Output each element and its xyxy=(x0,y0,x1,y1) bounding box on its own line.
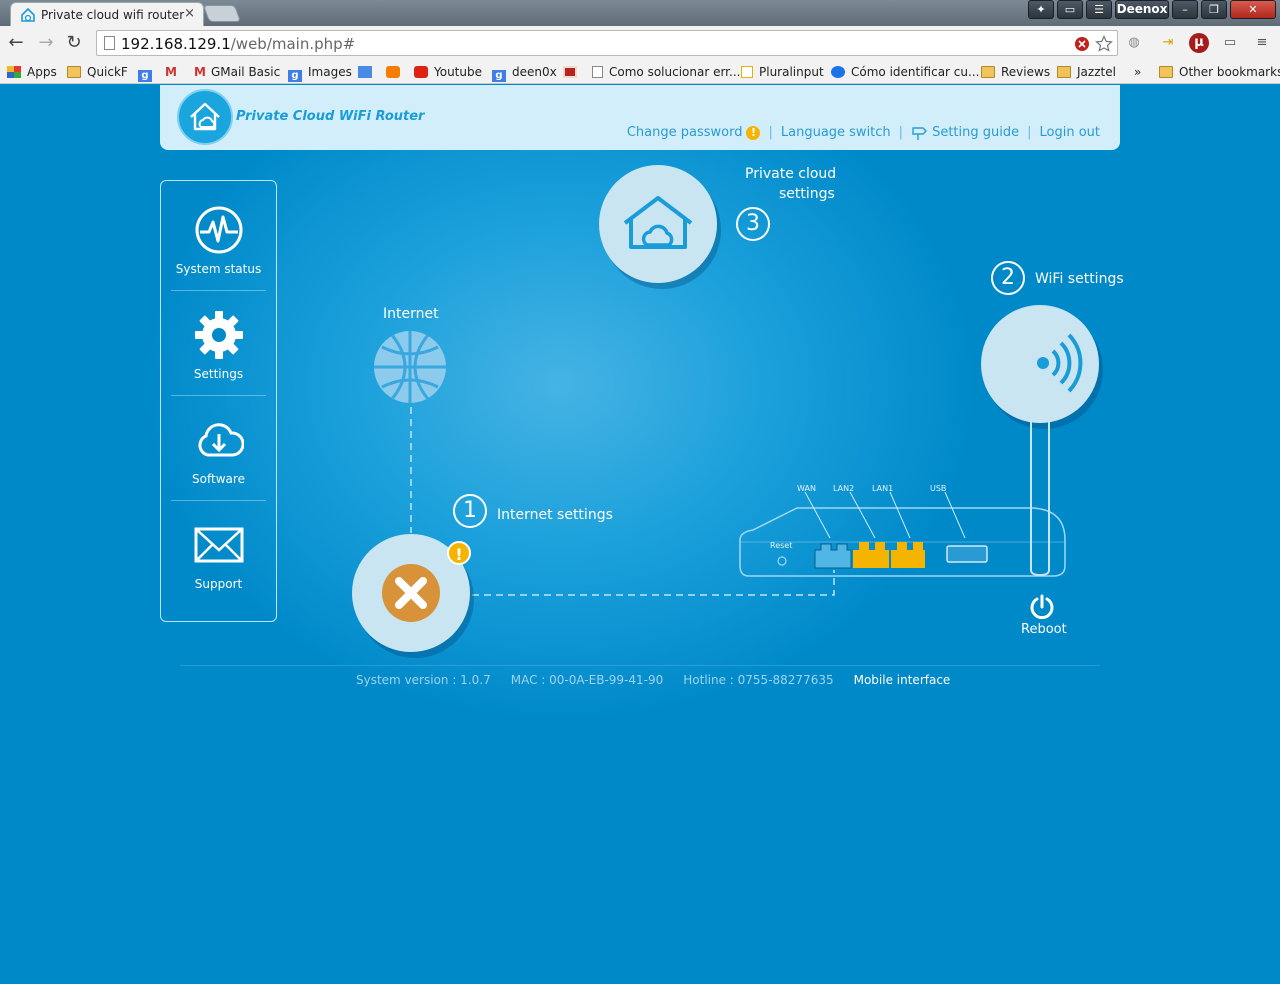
tab-close-icon[interactable]: × xyxy=(184,6,195,21)
page-icon xyxy=(104,36,115,50)
translate-icon xyxy=(358,66,372,78)
mac-address: MAC : 00-0A-EB-99-41-90 xyxy=(510,673,664,687)
apps-grid-icon xyxy=(7,66,21,78)
cloud-house-icon xyxy=(623,196,693,249)
reload-icon[interactable]: ↻ xyxy=(62,31,86,55)
router-page: Private Cloud WiFi Router Change passwor… xyxy=(0,85,1280,984)
port-label-wan: WAN xyxy=(797,484,816,493)
port-label-reset: Reset xyxy=(770,541,793,550)
menu-icon[interactable]: ≡ xyxy=(1252,33,1272,53)
page-icon xyxy=(592,66,603,78)
minimize-button[interactable]: – xyxy=(1172,0,1198,19)
google-icon: g xyxy=(288,70,302,82)
wifi-signal-icon xyxy=(1037,333,1083,393)
blogger-icon xyxy=(386,66,400,78)
forward-arrow-icon[interactable]: → xyxy=(34,31,58,55)
tab-title: Private cloud wifi router xyxy=(41,8,185,22)
system-version: System version : 1.0.7 xyxy=(356,673,491,687)
red-square-icon xyxy=(563,66,577,78)
private-cloud-settings-button[interactable] xyxy=(599,165,717,283)
back-arrow-icon[interactable]: ← xyxy=(4,31,28,55)
bookmark-deen0x[interactable]: g deen0x xyxy=(492,63,557,82)
bookmark-como-solucionar[interactable]: Como solucionar err... xyxy=(592,63,740,81)
warning-icon: ! xyxy=(447,541,471,565)
pin-icon[interactable]: ✦ xyxy=(1028,0,1054,19)
bookmark-red[interactable] xyxy=(563,63,583,81)
folder-icon xyxy=(67,66,81,78)
step-number-2: 2 xyxy=(991,261,1025,295)
youtube-icon xyxy=(414,66,428,78)
window-tile-icon[interactable]: ▭ xyxy=(1057,0,1083,19)
browser-tab-active[interactable]: Private cloud wifi router × xyxy=(10,2,204,26)
antenna-illustration xyxy=(1030,411,1050,541)
bookmark-como-identificar[interactable]: Cómo identificar cu... xyxy=(831,63,979,81)
bookmark-star-icon[interactable] xyxy=(1095,35,1113,53)
bookmark-blogger[interactable] xyxy=(386,63,406,81)
gmail-icon: M xyxy=(165,65,177,79)
power-icon[interactable] xyxy=(1029,594,1055,620)
private-cloud-label-line1: Private cloud xyxy=(745,166,837,182)
ublock-extension-icon[interactable]: μ xyxy=(1189,33,1209,53)
signin-extension-icon[interactable]: ⇥ xyxy=(1158,33,1178,53)
internet-settings-label: Internet settings xyxy=(497,507,613,523)
bookmark-pluralinput[interactable]: Pluralinput xyxy=(741,63,824,81)
router-favicon-icon xyxy=(21,7,35,22)
globe-icon[interactable] xyxy=(372,329,448,405)
bookmark-jazztel[interactable]: Jazztel xyxy=(1057,63,1116,81)
address-url[interactable]: 192.168.129.1/web/main.php# xyxy=(121,35,355,53)
router-device-illustration xyxy=(739,491,1066,577)
hotline: Hotline : 0755-88277635 xyxy=(683,673,834,687)
internet-label: Internet xyxy=(383,306,439,322)
globe-extension-icon[interactable]: ◍ xyxy=(1124,33,1144,53)
profile-button[interactable]: Deenox xyxy=(1115,0,1169,19)
folder-icon xyxy=(1159,66,1173,78)
cast-icon[interactable]: ▭ xyxy=(1220,33,1240,53)
mobile-interface-link[interactable]: Mobile interface xyxy=(854,673,951,687)
wifi-settings-button[interactable] xyxy=(981,305,1099,423)
reboot-button[interactable]: Reboot xyxy=(1021,622,1067,637)
port-label-lan2: LAN2 xyxy=(833,484,855,493)
bookmark-youtube[interactable]: Youtube xyxy=(414,63,482,81)
bookmark-images[interactable]: g Images xyxy=(288,63,352,82)
bookmark-reviews[interactable]: Reviews xyxy=(981,63,1050,81)
bookmark-other[interactable]: Other bookmarks xyxy=(1159,63,1280,81)
window-controls: ✦ ▭ ☰ Deenox – ❐ ✕ xyxy=(1028,0,1276,20)
google-icon: g xyxy=(138,70,152,82)
step-number-1: 1 xyxy=(453,494,487,528)
footer-divider xyxy=(180,665,1100,666)
browser-toolbar: ← → ↻ 192.168.129.1/web/main.php# ◍ ⇥ μ … xyxy=(0,26,1280,60)
port-label-lan1: LAN1 xyxy=(872,484,894,493)
page-footer: System version : 1.0.7 MAC : 00-0A-EB-99… xyxy=(356,673,950,687)
bookmarks-overflow[interactable]: » xyxy=(1134,63,1141,81)
private-cloud-label-line2: settings xyxy=(779,186,835,202)
bookmark-quickf[interactable]: QuickF xyxy=(67,63,128,81)
blocked-icon[interactable] xyxy=(1073,35,1091,53)
folder-icon xyxy=(981,66,995,78)
bookmark-google[interactable]: g xyxy=(138,63,158,82)
bookmark-translate[interactable] xyxy=(358,63,378,81)
bookmark-gmail[interactable]: M xyxy=(165,63,177,81)
play-icon xyxy=(741,66,753,78)
accessibility-icon xyxy=(831,66,845,78)
gmail-icon: M xyxy=(194,65,206,79)
wifi-settings-label: WiFi settings xyxy=(1035,271,1124,287)
window-list-icon[interactable]: ☰ xyxy=(1086,0,1112,19)
new-tab-button[interactable] xyxy=(202,5,242,22)
step-number-3: 3 xyxy=(736,207,770,241)
folder-icon xyxy=(1057,66,1071,78)
port-label-usb: USB xyxy=(930,484,947,493)
browser-tabstrip: Private cloud wifi router × ✦ ▭ ☰ Deenox… xyxy=(0,0,1280,26)
google-icon: g xyxy=(492,70,506,82)
bookmarks-bar: Apps QuickF g M M GMail Basic g Images You… xyxy=(0,60,1280,84)
close-window-button[interactable]: ✕ xyxy=(1230,0,1276,19)
bookmark-apps[interactable]: Apps xyxy=(7,63,57,81)
address-bar[interactable]: 192.168.129.1/web/main.php# xyxy=(96,30,1118,56)
bookmark-gmail-basic[interactable]: M GMail Basic xyxy=(194,63,280,81)
restore-button[interactable]: ❐ xyxy=(1201,0,1227,19)
